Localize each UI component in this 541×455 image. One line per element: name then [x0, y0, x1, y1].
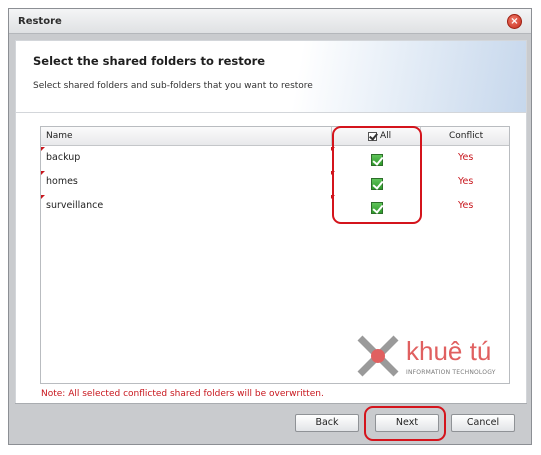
- conflict-status: Yes: [458, 152, 474, 163]
- overwrite-note: Note: All selected conflicted shared fol…: [41, 389, 324, 399]
- modified-marker-icon: [331, 195, 335, 199]
- modified-marker-icon: [41, 195, 45, 199]
- table-row[interactable]: homes Yes: [41, 171, 509, 195]
- modified-marker-icon: [41, 171, 45, 175]
- column-header-all-label: All: [380, 131, 392, 141]
- cancel-button[interactable]: Cancel: [451, 414, 515, 432]
- restore-dialog: Restore × Select the shared folders to r…: [8, 8, 532, 445]
- column-header-all[interactable]: All: [368, 131, 391, 141]
- column-header-conflict[interactable]: Conflict: [449, 131, 483, 141]
- button-bar: Back Next Cancel: [15, 403, 527, 441]
- modified-marker-icon: [331, 147, 335, 151]
- next-button[interactable]: Next: [375, 414, 439, 432]
- folder-name: homes: [46, 176, 78, 187]
- folder-name: backup: [46, 152, 81, 163]
- folder-name: surveillance: [46, 200, 104, 211]
- table-header: Name All Conflict: [41, 127, 509, 146]
- modified-marker-icon: [41, 147, 45, 151]
- watermark: khuê tú INFORMATION TECHNOLOGY: [354, 332, 514, 382]
- folder-checkbox[interactable]: [371, 154, 383, 166]
- modified-marker-icon: [331, 171, 335, 175]
- title-bar: Restore ×: [9, 9, 531, 34]
- content-area: Name All Conflict backup Yes homes Yes s…: [15, 113, 527, 403]
- column-header-name[interactable]: Name: [46, 131, 73, 141]
- watermark-subtext: INFORMATION TECHNOLOGY: [406, 369, 496, 376]
- select-all-checkbox[interactable]: [368, 131, 377, 141]
- watermark-text: khuê tú: [406, 336, 492, 366]
- back-button[interactable]: Back: [295, 414, 359, 432]
- conflict-status: Yes: [458, 176, 474, 187]
- wizard-header: Select the shared folders to restore Sel…: [15, 40, 527, 113]
- table-row[interactable]: surveillance Yes: [41, 195, 509, 219]
- page-subtitle: Select shared folders and sub-folders th…: [33, 81, 313, 91]
- table-row[interactable]: backup Yes: [41, 147, 509, 171]
- window-title: Restore: [18, 16, 62, 27]
- close-icon[interactable]: ×: [507, 14, 522, 29]
- column-divider: [420, 127, 421, 145]
- folder-checkbox[interactable]: [371, 178, 383, 190]
- watermark-logo-icon: [357, 335, 399, 377]
- page-title: Select the shared folders to restore: [33, 54, 266, 68]
- conflict-status: Yes: [458, 200, 474, 211]
- folder-checkbox[interactable]: [371, 202, 383, 214]
- column-divider: [331, 127, 332, 145]
